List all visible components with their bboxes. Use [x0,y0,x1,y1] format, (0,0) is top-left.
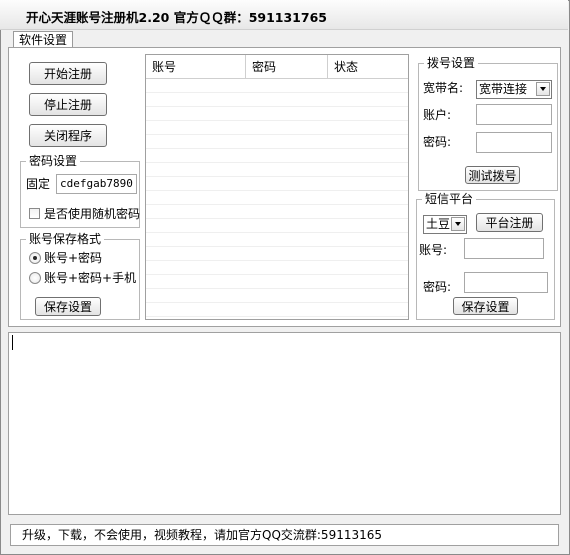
text-cursor [12,335,13,350]
column-header-account[interactable]: 账号 [146,55,246,79]
dial-settings-legend: 拨号设置 [424,56,479,70]
dial-password-label: 密码: [423,135,452,149]
window-title: 开心天涯账号注册机2.20 官方ＱＱ群：591131765 [26,10,327,25]
chevron-down-icon[interactable] [536,82,550,96]
sms-platform-select[interactable]: 土豆 [423,215,467,234]
dial-account-input[interactable] [476,104,552,125]
sms-password-label: 密码: [423,280,452,294]
dial-password-input[interactable] [476,132,552,153]
accounts-table[interactable]: 账号 密码 状态 [145,54,409,320]
broadband-name-label: 宽带名: [423,81,464,95]
random-password-checkbox[interactable] [29,208,40,219]
broadband-select[interactable]: 宽带连接 [476,80,552,99]
sms-save-button[interactable]: 保存设置 [453,297,518,315]
save-format-button[interactable]: 保存设置 [35,297,101,316]
save-format-legend: 账号保存格式 [26,232,105,246]
table-header: 账号 密码 状态 [146,55,408,79]
table-body [146,79,408,319]
close-program-button[interactable]: 关闭程序 [29,124,107,147]
sms-password-input[interactable] [464,272,548,293]
sms-platform-legend: 短信平台 [422,192,477,206]
status-bar: 升级，下载，不会使用，视频教程，请加官方QQ交流群:59113165 [10,524,559,546]
format-account-password-phone-radio[interactable] [29,272,41,284]
dial-account-label: 账户: [423,108,452,122]
format-account-password-phone-label: 账号+密码+手机 [44,271,137,285]
test-dial-button[interactable]: 测试拨号 [465,166,520,184]
sms-platform-select-value: 土豆 [426,217,451,231]
platform-register-button[interactable]: 平台注册 [476,213,543,232]
column-header-status[interactable]: 状态 [328,55,408,79]
format-account-password-radio[interactable] [29,252,41,264]
sms-account-label: 账号: [419,243,448,257]
random-password-label: 是否使用随机密码 [44,207,141,221]
tab-software-settings[interactable]: 软件设置 [13,31,74,48]
fixed-password-label: 固定 [26,177,51,191]
stop-register-button[interactable]: 停止注册 [29,93,107,116]
format-account-password-label: 账号+密码 [44,251,103,265]
password-settings-legend: 密码设置 [26,154,81,168]
sms-account-input[interactable] [464,238,544,259]
log-textarea[interactable] [8,332,561,515]
broadband-select-value: 宽带连接 [479,82,528,96]
start-register-button[interactable]: 开始注册 [29,62,107,85]
chevron-down-icon[interactable] [451,217,465,231]
column-header-password[interactable]: 密码 [246,55,328,79]
fixed-password-input[interactable]: cdefgab7890 [56,174,137,194]
